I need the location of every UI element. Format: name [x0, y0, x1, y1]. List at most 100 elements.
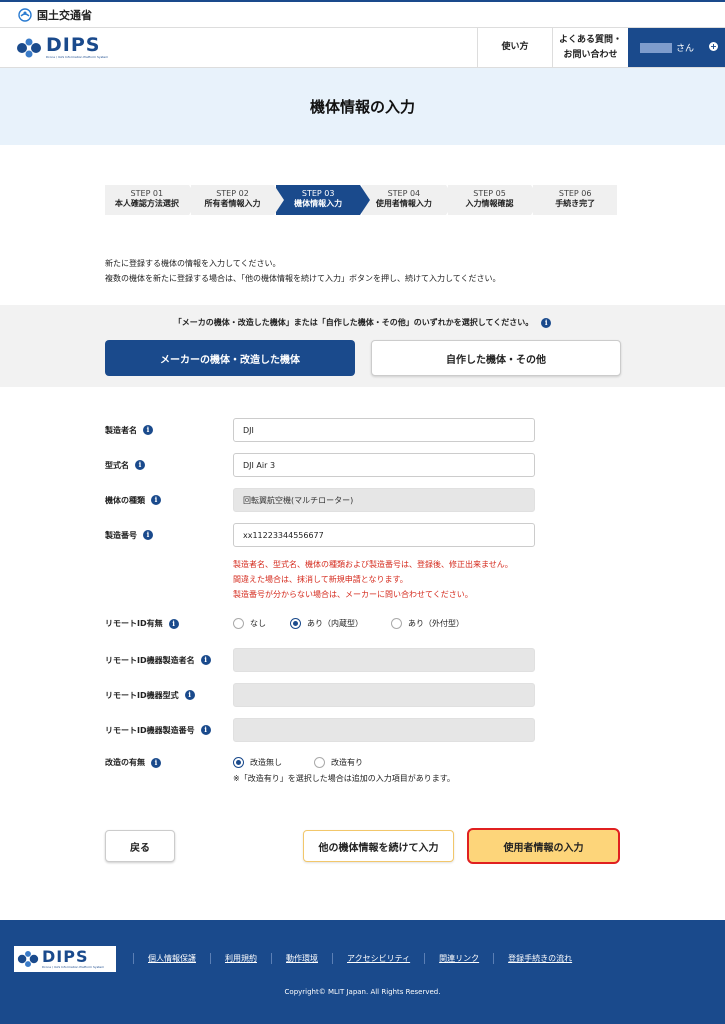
- remote-id-row: リモートID有無 i なし あり（内蔵型） あり（外付型）: [105, 618, 464, 629]
- rid-model-row: リモートID機器型式 i: [105, 683, 535, 707]
- modification-radio-group: 改造無し 改造有り: [233, 757, 363, 768]
- info-icon[interactable]: i: [151, 495, 161, 505]
- radio-label: あり（外付型）: [408, 619, 464, 628]
- radio-label: 改造無し: [250, 758, 282, 767]
- nav-faq-contact[interactable]: よくある質問・ お問い合わせ: [552, 28, 628, 67]
- warning-line-1: 製造者名、型式名、機体の種類および製造番号は、登録後、修正出来ません。: [233, 560, 513, 569]
- footer-links: 個人情報保護 利用規約 動作環境 アクセシビリティ 関連リンク 登録手続きの流れ: [133, 953, 586, 964]
- remote-id-none-radio[interactable]: なし: [233, 618, 266, 629]
- next-user-info-button[interactable]: 使用者情報の入力: [467, 828, 620, 864]
- info-icon[interactable]: i: [184, 690, 195, 700]
- nav-howto[interactable]: 使い方: [477, 28, 552, 67]
- rid-serial-row: リモートID機器製造番号 i: [105, 718, 535, 742]
- intro-line-2: 複数の機体を新たに登録する場合は、「他の機体情報を続けて入力」ボタンを押し、続け…: [105, 274, 501, 284]
- homemade-aircraft-button[interactable]: 自作した機体・その他: [371, 340, 621, 376]
- step-number: STEP 05: [473, 189, 506, 198]
- mlit-emblem-icon: [18, 7, 32, 22]
- info-icon[interactable]: i: [541, 317, 552, 328]
- step-label: 機体情報入力: [294, 199, 343, 209]
- rid-maker-label: リモートID機器製造者名: [105, 655, 195, 665]
- rid-serial-field: [233, 718, 535, 742]
- user-suffix: さん: [676, 44, 695, 54]
- serial-label: 製造番号: [105, 530, 137, 540]
- logo-wordmark: DIPS: [46, 34, 101, 56]
- step-1: STEP 01 本人確認方法選択: [105, 185, 199, 215]
- info-icon[interactable]: i: [200, 655, 211, 665]
- gov-bar: 国土交通省: [0, 0, 725, 28]
- category-question: 「メーカの機体・改造した機体」または「自作した機体・その他」のいずれかを選択して…: [0, 317, 725, 328]
- step-label: 所有者情報入力: [204, 199, 261, 209]
- user-menu[interactable]: さん +: [628, 28, 725, 67]
- intro-line-1: 新たに登録する機体の情報を入力してください。: [105, 259, 281, 268]
- logo-subtitle: Drone / UAS Information Platform System: [46, 55, 109, 59]
- model-label: 型式名: [105, 460, 129, 470]
- copyright: Copyright© MLIT Japan. All Rights Reserv…: [284, 988, 441, 996]
- serial-input[interactable]: xx11223344556677: [233, 523, 535, 547]
- footer-logo-wordmark: DIPS: [42, 947, 89, 966]
- info-icon[interactable]: i: [143, 425, 153, 435]
- warning-line-3: 製造番号が分からない場合は、メーカーに問い合わせてください。: [233, 590, 473, 600]
- info-icon[interactable]: i: [168, 618, 179, 629]
- step-6: STEP 06 手続き完了: [533, 185, 618, 215]
- dips-logo-mark-icon: [17, 950, 39, 968]
- remote-id-external-radio[interactable]: あり（外付型）: [391, 618, 464, 629]
- modification-label: 改造の有無: [105, 758, 145, 767]
- step-number: STEP 02: [216, 189, 249, 198]
- info-icon[interactable]: i: [151, 757, 161, 768]
- maker-row: 製造者名 i DJI: [105, 418, 535, 442]
- maker-input[interactable]: DJI: [233, 418, 535, 442]
- footer-link-accessibility[interactable]: アクセシビリティ: [332, 953, 424, 964]
- plus-icon: +: [709, 42, 718, 51]
- step-3-active: STEP 03 機体情報入力: [276, 185, 370, 215]
- rid-maker-field: [233, 648, 535, 672]
- maker-label: 製造者名: [105, 425, 137, 435]
- no-modification-radio[interactable]: 改造無し: [233, 757, 282, 768]
- step-label: 本人確認方法選択: [114, 199, 179, 209]
- step-number: STEP 04: [387, 189, 421, 198]
- modified-radio[interactable]: 改造有り: [314, 757, 363, 768]
- footer-link-related[interactable]: 関連リンク: [424, 953, 493, 964]
- remote-id-builtin-radio[interactable]: あり（内蔵型）: [290, 618, 363, 629]
- ministry-name: 国土交通省: [37, 8, 92, 22]
- nav-faq-line2: お問い合わせ: [563, 49, 618, 60]
- footer-link-terms[interactable]: 利用規約: [210, 953, 271, 964]
- title-band: 機体情報の入力: [0, 68, 725, 145]
- modification-row: 改造の有無 i 改造無し 改造有り: [105, 757, 363, 768]
- info-icon[interactable]: i: [135, 460, 145, 470]
- step-5: STEP 05 入力情報確認: [447, 185, 541, 215]
- info-icon[interactable]: i: [200, 725, 211, 735]
- radio-label: なし: [250, 619, 266, 628]
- dips-logo[interactable]: DIPS Drone / UAS Information Platform Sy…: [0, 28, 477, 67]
- step-label: 入力情報確認: [465, 199, 514, 209]
- footer-link-registration-flow[interactable]: 登録手続きの流れ: [493, 953, 586, 964]
- model-input[interactable]: DJI Air 3: [233, 453, 535, 477]
- remote-id-radio-group: なし あり（内蔵型） あり（外付型）: [233, 618, 464, 629]
- rid-serial-label: リモートID機器製造番号: [105, 725, 195, 735]
- info-icon[interactable]: i: [143, 530, 153, 540]
- rid-model-field: [233, 683, 535, 707]
- add-another-aircraft-button[interactable]: 他の機体情報を続けて入力: [303, 830, 454, 862]
- remote-id-label: リモートID有無: [105, 619, 163, 628]
- serial-row: 製造番号 i xx11223344556677: [105, 523, 535, 547]
- footer-link-privacy[interactable]: 個人情報保護: [133, 953, 210, 964]
- modification-note: ※「改造有り」を選択した場合は追加の入力項目があります。: [233, 774, 455, 783]
- aircraft-type-row: 機体の種類 i 回転翼航空機(マルチローター): [105, 488, 535, 512]
- back-button[interactable]: 戻る: [105, 830, 175, 862]
- radio-label: 改造有り: [331, 758, 363, 767]
- nav-faq-line1: よくある質問・: [558, 35, 622, 46]
- step-number: STEP 03: [301, 189, 335, 198]
- step-label: 使用者情報入力: [375, 199, 432, 209]
- rid-maker-row: リモートID機器製造者名 i: [105, 648, 535, 672]
- maker-aircraft-button[interactable]: メーカーの機体・改造した機体: [105, 340, 355, 376]
- footer-link-environment[interactable]: 動作環境: [271, 953, 332, 964]
- site-header: DIPS Drone / UAS Information Platform Sy…: [0, 28, 725, 68]
- model-row: 型式名 i DJI Air 3: [105, 453, 535, 477]
- dips-logo-mark-icon: [17, 38, 41, 57]
- step-2: STEP 02 所有者情報入力: [190, 185, 284, 215]
- step-4: STEP 04 使用者情報入力: [362, 185, 456, 215]
- warning-line-2: 間違えた場合は、抹消して新規申請となります。: [233, 575, 408, 585]
- intro-text: 新たに登録する機体の情報を入力してください。 複数の機体を新たに登録する場合は、…: [105, 256, 501, 286]
- masked-username: [640, 42, 672, 53]
- aircraft-type-label: 機体の種類: [105, 495, 145, 505]
- footer-logo[interactable]: DIPS Drone / UAS Information Platform Sy…: [14, 946, 116, 972]
